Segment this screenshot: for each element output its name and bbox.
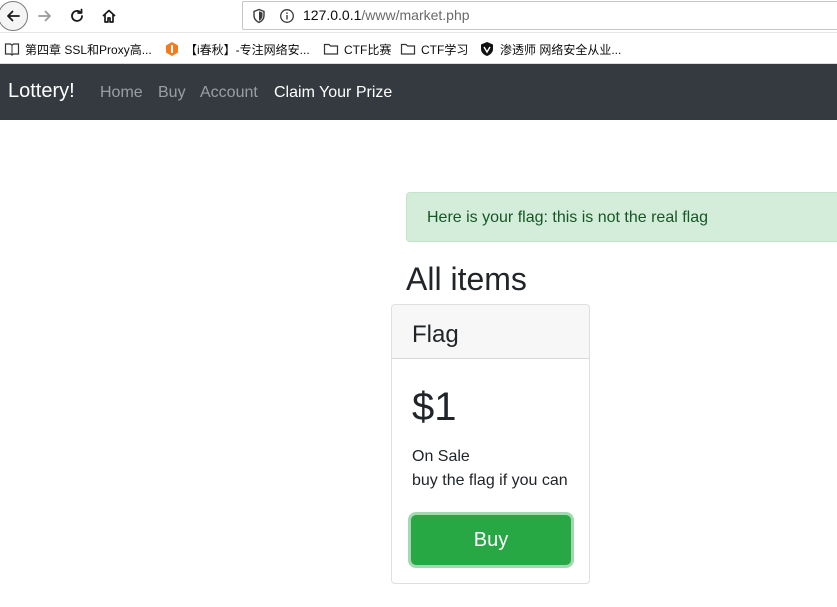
navbar-brand[interactable]: Lottery!	[8, 80, 75, 103]
url-host: 127.0.0.1	[303, 7, 362, 23]
url-bar[interactable]: 127.0.0.1/www/market.php	[242, 1, 837, 30]
tracking-shield-icon[interactable]	[251, 8, 267, 29]
url-text[interactable]: 127.0.0.1/www/market.php	[303, 7, 470, 23]
bookmark-label: CTF比赛	[344, 42, 392, 57]
bookmark-item[interactable]: CTF比赛	[323, 40, 391, 58]
arrow-right-icon	[38, 10, 51, 22]
alert-message: Here is your flag: this is not the real …	[427, 209, 709, 226]
bookmark-item[interactable]: 第四章 SSL和Proxy高...	[4, 40, 152, 58]
bookmarks-bar: 第四章 SSL和Proxy高... 【i春秋】-专注网络安... CTF比赛 C…	[0, 33, 837, 64]
browser-toolbar: 127.0.0.1/www/market.php	[0, 0, 837, 33]
folder-icon	[400, 41, 416, 57]
item-name: Flag	[412, 321, 459, 348]
folder-icon	[323, 41, 339, 57]
ichunqiu-logo-icon	[164, 41, 180, 57]
item-status: On Sale	[412, 448, 470, 465]
home-icon	[102, 9, 116, 23]
buy-button[interactable]: Buy	[411, 515, 571, 565]
bookmark-label: CTF学习	[421, 42, 469, 57]
home-button[interactable]	[95, 2, 123, 30]
item-price: $1	[412, 385, 457, 429]
bookmark-item[interactable]: 渗透师 网络安全从业...	[479, 40, 621, 58]
bookmark-label: 第四章 SSL和Proxy高...	[25, 42, 152, 57]
nav-link-claim-prize[interactable]: Claim Your Prize	[274, 84, 392, 102]
nav-link-buy[interactable]: Buy	[158, 84, 186, 102]
reload-button[interactable]	[63, 2, 91, 30]
nav-link-account[interactable]: Account	[200, 84, 258, 102]
success-alert: Here is your flag: this is not the real …	[406, 192, 837, 242]
site-navbar: Lottery! Home Buy Account Claim Your Pri…	[0, 64, 837, 120]
bookmark-item[interactable]: 【i春秋】-专注网络安...	[164, 40, 310, 58]
url-path: /www/market.php	[361, 7, 470, 23]
shield-logo-icon	[479, 41, 495, 57]
card-header: Flag	[392, 305, 589, 359]
item-description: buy the flag if you can	[412, 472, 568, 489]
nav-link-home[interactable]: Home	[100, 84, 143, 102]
bookmark-label: 【i春秋】-专注网络安...	[185, 42, 310, 57]
back-button[interactable]	[0, 1, 28, 31]
bookmark-label: 渗透师 网络安全从业...	[500, 42, 622, 57]
arrow-left-icon	[7, 10, 20, 22]
page-title: All items	[406, 261, 527, 297]
bookmark-item[interactable]: CTF学习	[400, 40, 468, 58]
item-card: Flag $1 On Sale buy the flag if you can …	[391, 304, 590, 584]
reload-icon	[71, 8, 83, 22]
book-icon	[4, 41, 20, 57]
forward-button[interactable]	[31, 2, 59, 30]
info-icon[interactable]	[279, 8, 295, 29]
